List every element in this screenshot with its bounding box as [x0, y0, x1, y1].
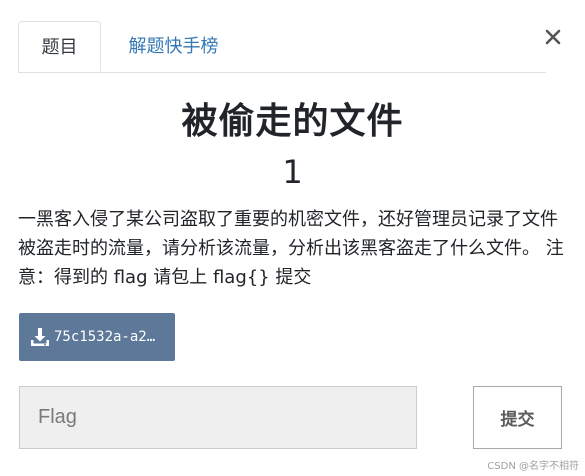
- challenge-description: 一黑客入侵了某公司盗取了重要的机密文件，还好管理员记录了文件被盗走时的流量，请分…: [18, 209, 564, 288]
- watermark: CSDN @名字不相符: [487, 461, 579, 472]
- challenge-points: 1: [282, 153, 303, 191]
- download-icon: [30, 327, 50, 347]
- close-icon[interactable]: [540, 24, 566, 50]
- challenge-title: 被偷走的文件: [181, 101, 404, 142]
- tab-solve-ranking[interactable]: 解题快手榜: [111, 21, 236, 72]
- submit-button[interactable]: 提交: [473, 386, 562, 449]
- challenge-tabs: 题目 解题快手榜: [18, 21, 546, 73]
- tab-challenge[interactable]: 题目: [18, 21, 101, 72]
- download-button[interactable]: 75c1532a-a2…: [19, 313, 175, 361]
- flag-input[interactable]: [19, 386, 417, 449]
- download-filename: 75c1532a-a2…: [54, 329, 156, 345]
